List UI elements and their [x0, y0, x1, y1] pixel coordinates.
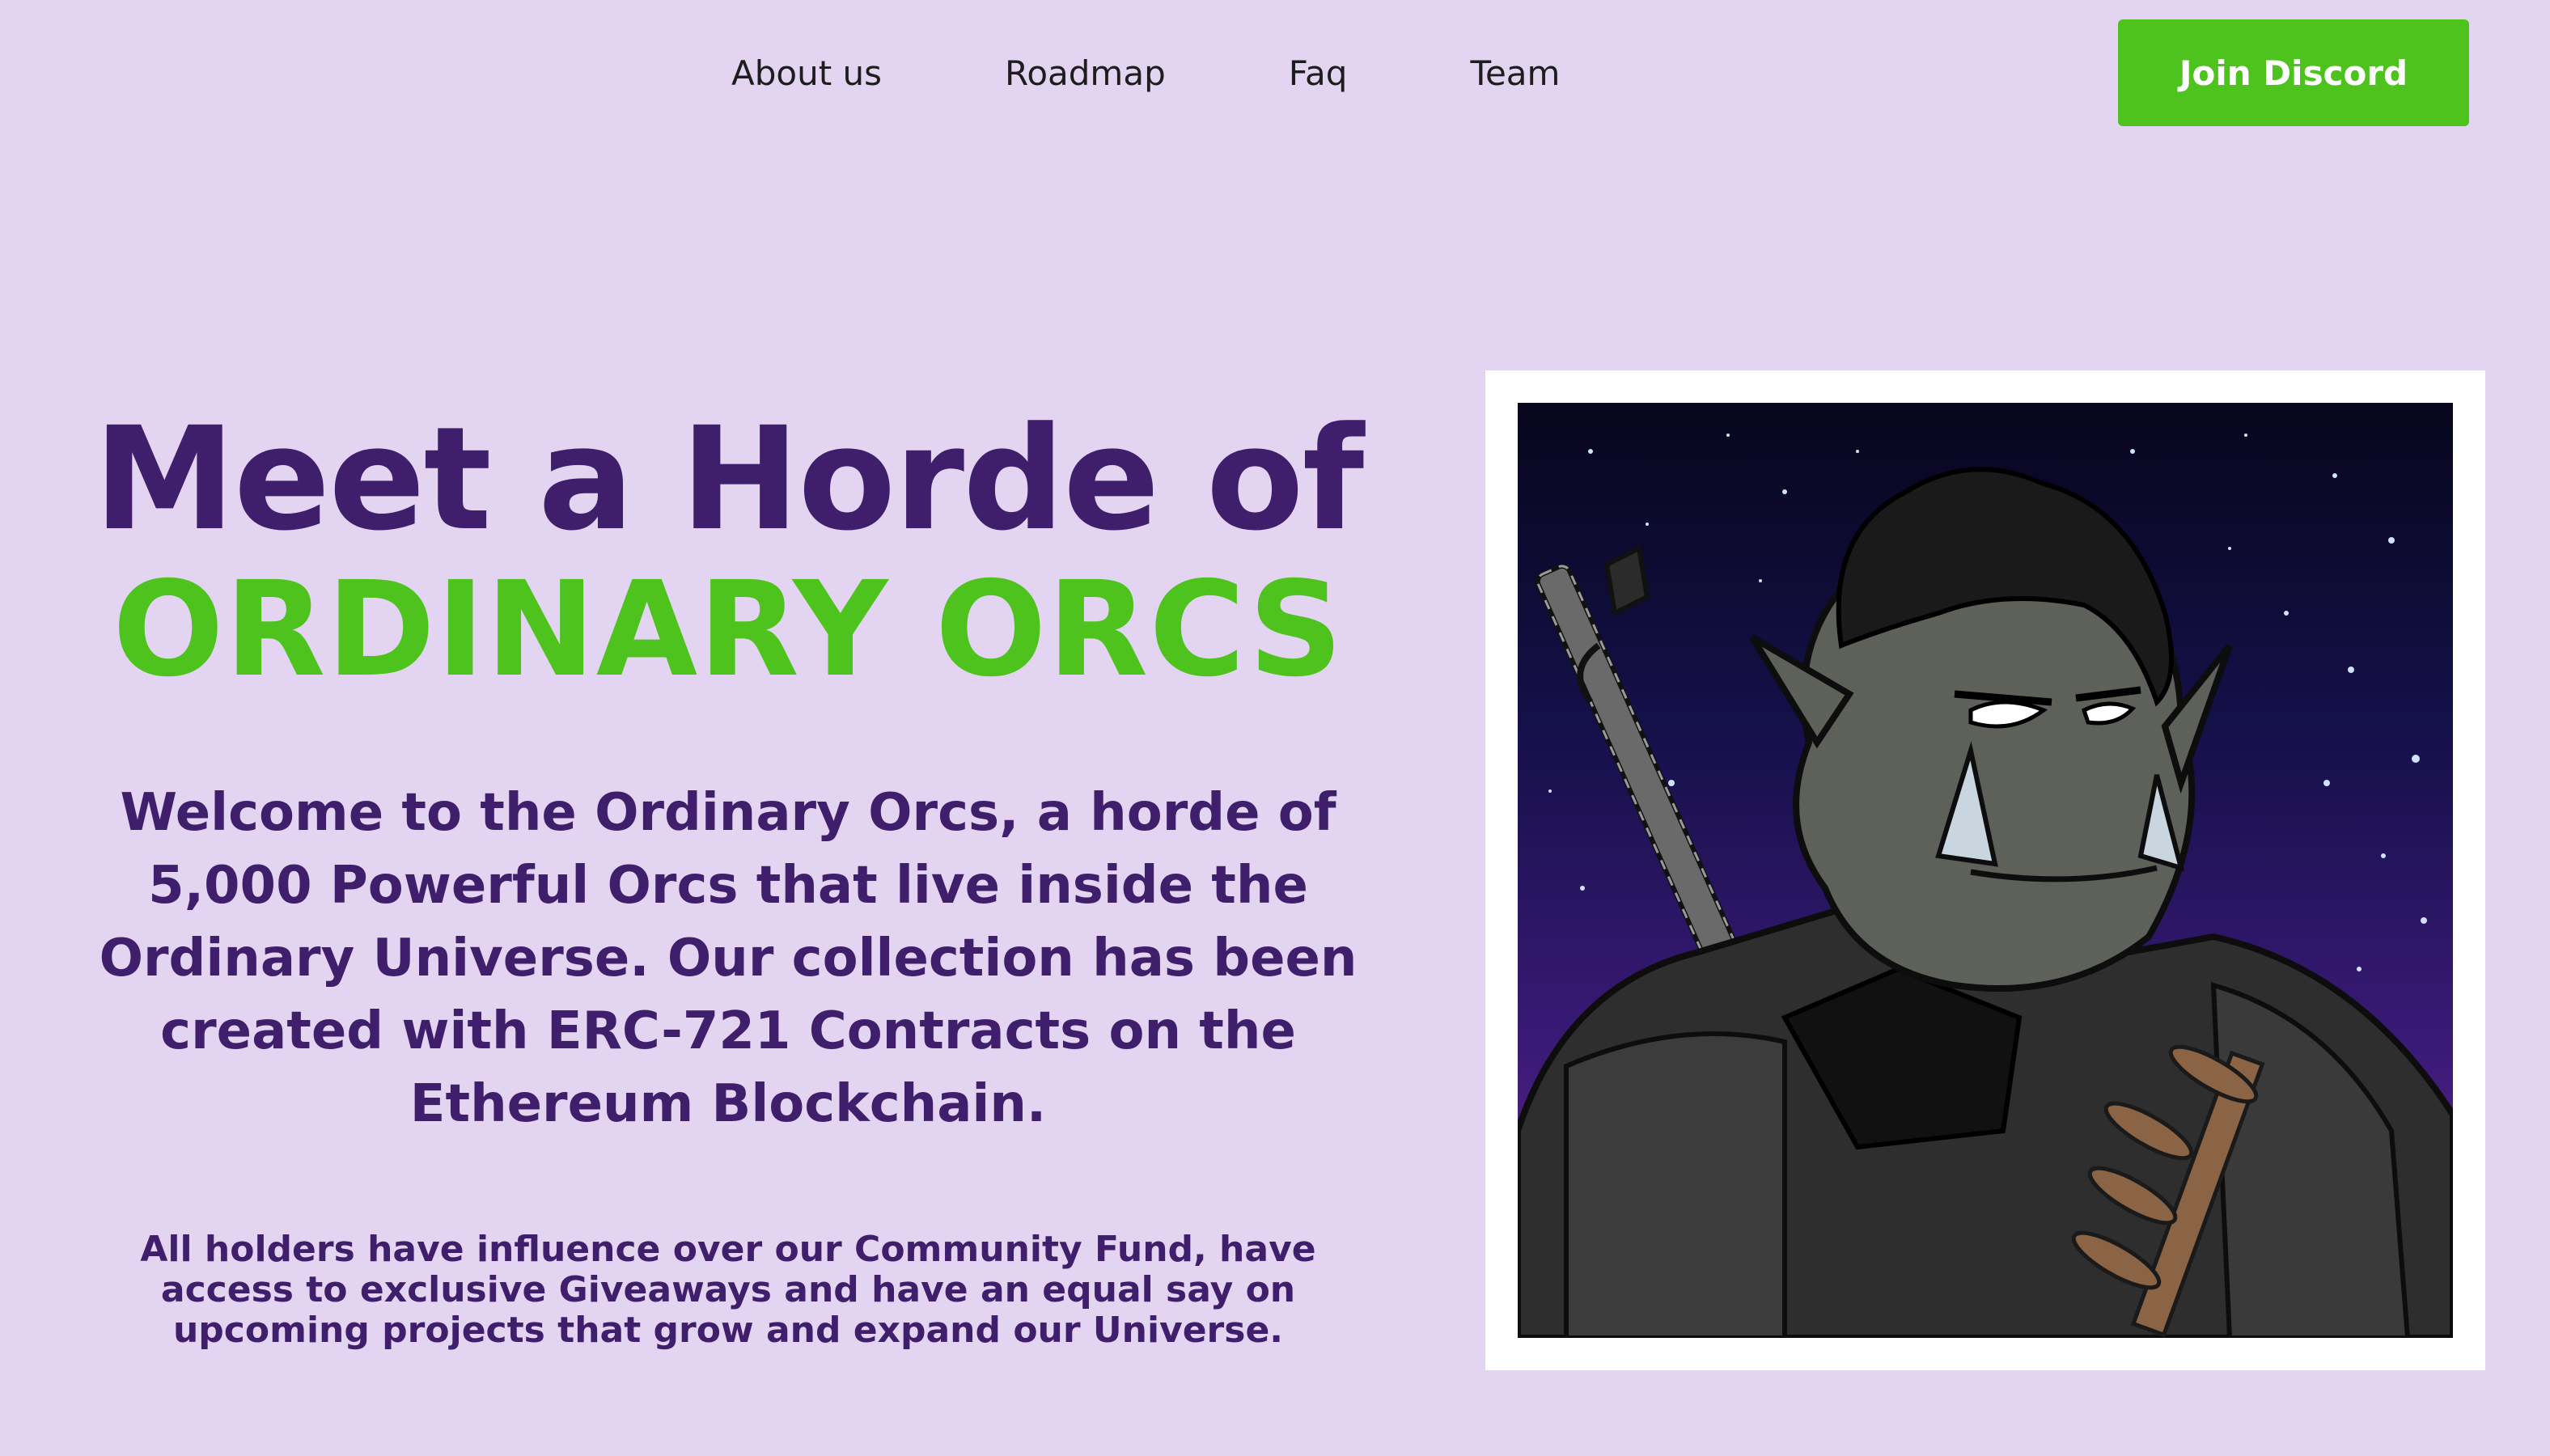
- hero-title-line2: ORDINARY ORCS: [112, 554, 1344, 706]
- hero-intro-paragraph: Welcome to the Ordinary Orcs, a horde of…: [99, 783, 1358, 1134]
- hero-title-line1: Meet a Horde of: [93, 396, 1364, 562]
- top-navigation: About us Roadmap Faq Team Join Discord: [0, 0, 2550, 146]
- nav-link-faq[interactable]: Faq: [1289, 53, 1348, 93]
- join-discord-button[interactable]: Join Discord: [2118, 19, 2469, 126]
- nav-link-roadmap[interactable]: Roadmap: [1005, 53, 1166, 93]
- orc-portrait-image: [1518, 403, 2453, 1338]
- nav-link-about-us[interactable]: About us: [731, 53, 882, 93]
- orc-portrait-frame: [1485, 370, 2485, 1370]
- nav-links: About us Roadmap Faq Team: [731, 49, 1560, 97]
- hero-section: Meet a Horde of ORDINARY ORCS Welcome to…: [65, 404, 1391, 1351]
- hero-details-paragraph: All holders have influence over our Comm…: [140, 1229, 1316, 1351]
- nav-link-team[interactable]: Team: [1470, 53, 1560, 93]
